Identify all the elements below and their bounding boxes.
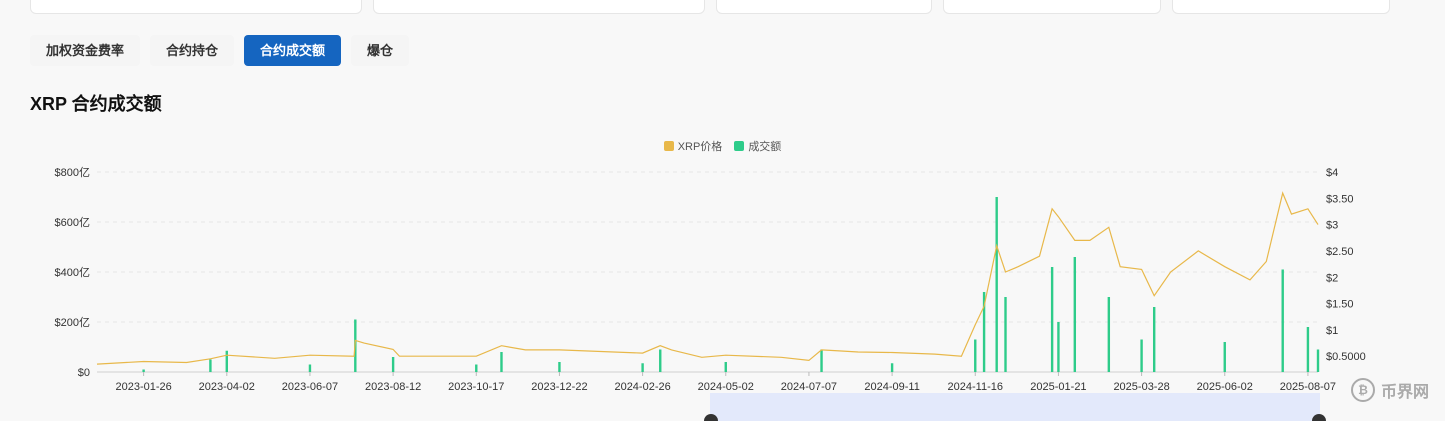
volume-bar xyxy=(308,364,312,372)
volume-bar xyxy=(1107,297,1111,372)
x-tick-label: 2024-11-16 xyxy=(948,381,1003,393)
x-tick-label: 2024-07-07 xyxy=(781,381,837,393)
y-right-tick-label: $4 xyxy=(1326,167,1338,179)
volume-bar xyxy=(724,362,727,372)
volume-bar xyxy=(1073,257,1077,372)
volume-bar xyxy=(225,350,228,372)
volume-bar xyxy=(1140,339,1143,372)
x-tick-label: 2024-09-11 xyxy=(864,381,919,393)
volume-bar xyxy=(820,349,823,372)
x-tick-label: 2025-01-21 xyxy=(1030,381,1086,393)
volume-bar xyxy=(142,369,145,372)
x-tick-label: 2023-12-22 xyxy=(531,381,587,393)
x-tick-label: 2025-03-28 xyxy=(1113,381,1169,393)
range-navigator xyxy=(710,393,1320,421)
x-tick-label: 2025-06-02 xyxy=(1197,381,1253,393)
x-tick-label: 2024-02-26 xyxy=(614,381,670,393)
volume-bar xyxy=(1223,342,1226,372)
y-right-tick-label: $1.50 xyxy=(1326,299,1354,311)
x-tick-label: 2023-10-17 xyxy=(448,381,504,393)
watermark-text: 币界网 xyxy=(1380,384,1429,401)
volume-price-chart: $0 $200亿 $400亿 $600亿 $800亿 $0.5000 $1 $1.50 $2 $2… xyxy=(55,166,1366,421)
y-left-tick-label: $200亿 xyxy=(55,316,90,329)
volume-bar xyxy=(974,339,977,372)
y-left-tick-label: $600亿 xyxy=(55,216,90,229)
volume-bar xyxy=(558,362,561,372)
x-tick-label: 2024-05-02 xyxy=(698,381,754,393)
volume-bar xyxy=(1306,327,1310,372)
volume-bar xyxy=(1057,322,1060,372)
volume-bar xyxy=(1281,269,1284,372)
y-right-tick-label: $1 xyxy=(1326,325,1338,337)
y-left-tick-label: $400亿 xyxy=(55,266,90,279)
bitcoin-icon: ₿ xyxy=(1350,378,1375,402)
x-tick-label: 2023-04-02 xyxy=(199,381,255,393)
volume-bar xyxy=(391,357,395,372)
y-left-tick-label: $0 xyxy=(78,367,90,379)
volume-bar xyxy=(641,363,644,372)
volume-bar xyxy=(1316,349,1320,372)
volume-bar xyxy=(209,359,212,372)
x-tick-label: 2023-08-12 xyxy=(365,381,421,393)
x-tick-label: 2023-01-26 xyxy=(115,381,171,393)
volume-bar xyxy=(890,363,894,372)
volume-bar xyxy=(475,364,478,372)
volume-bar xyxy=(1004,297,1007,372)
volume-bar xyxy=(1152,307,1156,372)
x-tick-label: 2023-06-07 xyxy=(282,381,338,393)
price-line xyxy=(96,191,1319,365)
y-right-tick-label: $2 xyxy=(1326,272,1338,284)
y-right-tick-label: $2.50 xyxy=(1326,246,1354,258)
volume-bar xyxy=(995,197,998,372)
volume-bar xyxy=(500,352,503,372)
y-left-tick-label: $800亿 xyxy=(55,166,90,179)
y-right-tick-label: $3 xyxy=(1326,220,1338,232)
volume-bar xyxy=(659,349,662,372)
x-tick-label: 2025-08-07 xyxy=(1280,381,1336,393)
volume-bar xyxy=(1050,267,1054,372)
y-right-tick-label: $0.5000 xyxy=(1326,351,1366,363)
y-right-tick-label: $3.50 xyxy=(1326,193,1354,205)
watermark: ₿ 币界网 xyxy=(1350,378,1429,402)
